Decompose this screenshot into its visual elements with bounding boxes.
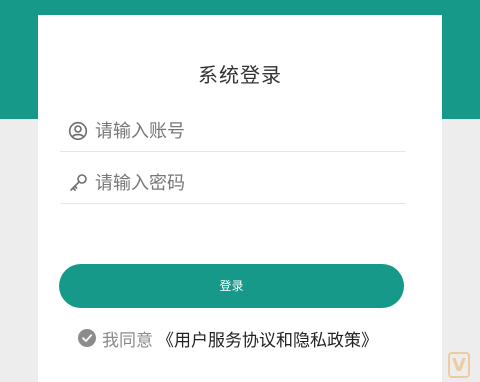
- login-button[interactable]: 登录: [59, 264, 404, 308]
- password-field: [60, 163, 406, 204]
- login-card: 系统登录 登录 我同意 《用户服务协议和隐私政策》: [38, 15, 442, 382]
- user-circle-icon: [67, 120, 89, 142]
- check-circle-icon[interactable]: [78, 329, 96, 347]
- account-field: [60, 111, 406, 152]
- page-title: 系统登录: [198, 63, 282, 87]
- agreement-row: 我同意 《用户服务协议和隐私政策》: [78, 326, 378, 351]
- account-input[interactable]: [95, 120, 375, 142]
- policy-link[interactable]: 《用户服务协议和隐私政策》: [157, 326, 378, 351]
- watermark-logo: V: [448, 352, 470, 378]
- password-input[interactable]: [95, 172, 375, 194]
- agree-label: 我同意: [102, 330, 153, 351]
- watermark: V: [448, 352, 470, 378]
- key-icon: [67, 172, 89, 194]
